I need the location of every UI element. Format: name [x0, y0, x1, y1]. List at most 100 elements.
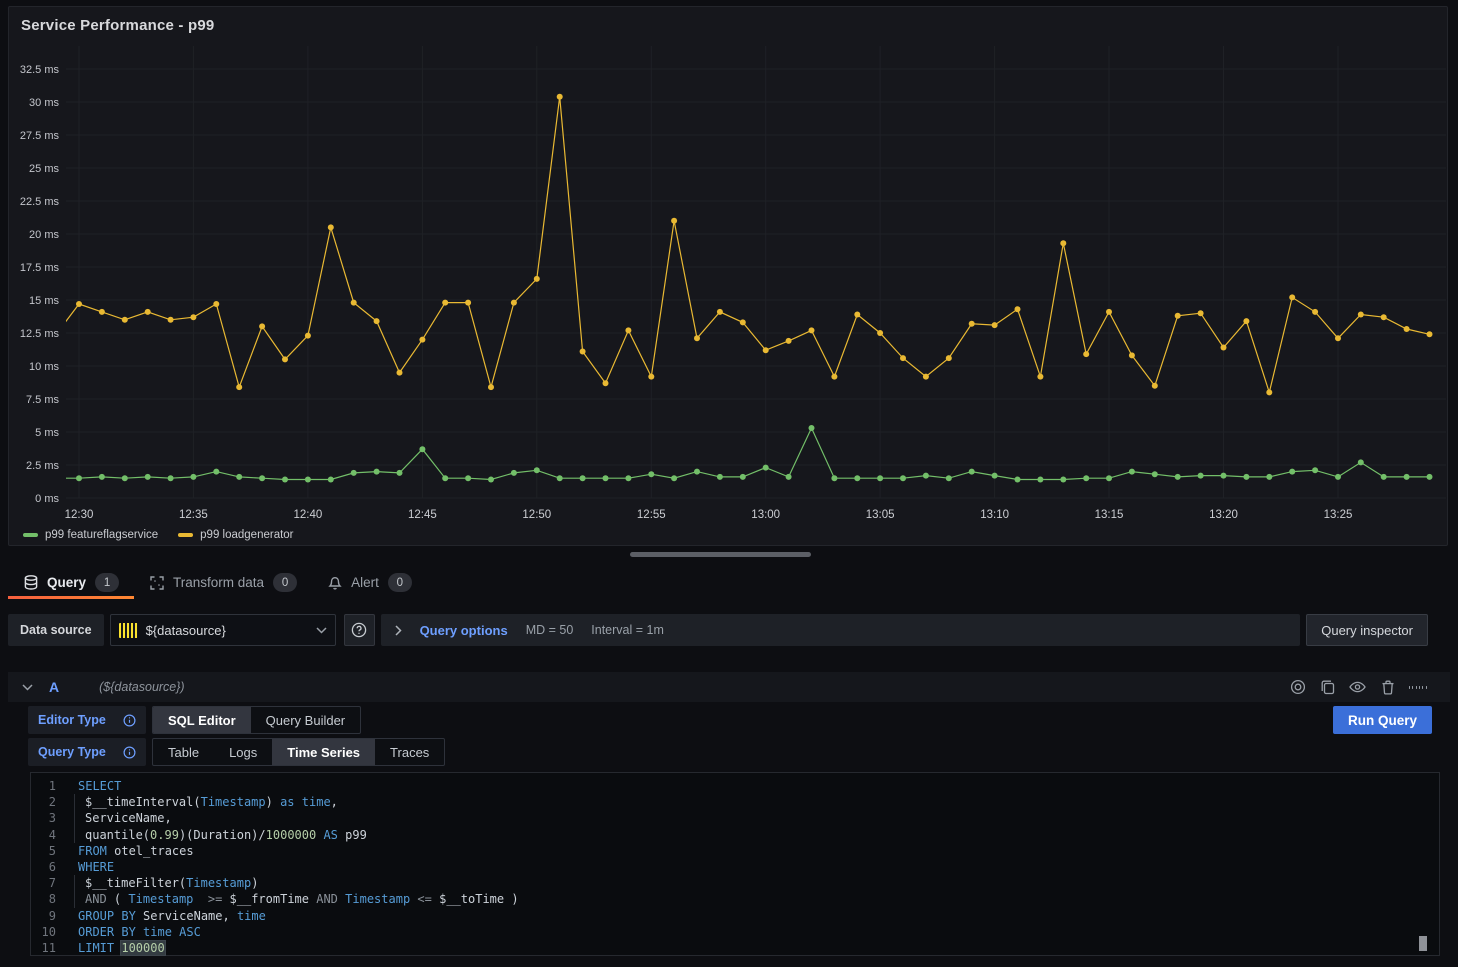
query-type-traces[interactable]: Traces: [375, 739, 444, 765]
datasource-help-button[interactable]: [344, 614, 375, 646]
chevron-right-icon[interactable]: [395, 625, 402, 636]
query-type-row: Query Type Table Logs Time Series Traces: [28, 738, 445, 766]
query-type-label: Query Type: [28, 738, 146, 766]
tab-query[interactable]: Query 1: [8, 566, 134, 599]
editor-type-query-builder[interactable]: Query Builder: [251, 707, 360, 733]
bell-icon: [327, 575, 342, 590]
duplicate-query-icon[interactable]: [1319, 679, 1336, 696]
delete-query-trash-icon[interactable]: [1379, 679, 1396, 696]
code-line: 4quantile(0.99)(Duration)/1000000 AS p99: [31, 827, 1439, 843]
code-line: 3ServiceName,: [31, 810, 1439, 826]
svg-text:13:10: 13:10: [980, 509, 1009, 521]
legend-item-featureflagservice[interactable]: p99 featureflagservice: [23, 529, 158, 541]
tab-label: Alert: [351, 575, 379, 590]
svg-text:15 ms: 15 ms: [29, 295, 59, 307]
hide-response-eye-icon[interactable]: [1349, 679, 1366, 696]
code-line: 7$__timeFilter(Timestamp): [31, 875, 1439, 891]
query-datasource-hint: (${datasource}): [99, 680, 184, 694]
tab-alert[interactable]: Alert 0: [312, 566, 427, 599]
query-type-table[interactable]: Table: [153, 739, 214, 765]
code-line: 5FROM otel_traces: [31, 843, 1439, 859]
chart-legend: p99 featureflagservice p99 loadgenerator: [23, 529, 294, 541]
svg-text:20 ms: 20 ms: [29, 229, 59, 241]
legend-swatch-yellow: [178, 533, 193, 537]
datasource-label: Data source: [8, 614, 104, 646]
code-lines: 1SELECT2$__timeInterval(Timestamp) as ti…: [31, 778, 1439, 956]
datasource-picker[interactable]: ${datasource}: [110, 614, 336, 646]
svg-text:13:20: 13:20: [1209, 509, 1238, 521]
drag-handle-icon[interactable]: [1409, 679, 1426, 696]
svg-text:0 ms: 0 ms: [35, 493, 59, 505]
svg-text:25 ms: 25 ms: [29, 163, 59, 175]
database-icon: [23, 575, 38, 590]
code-line: 9GROUP BY ServiceName, time: [31, 908, 1439, 924]
query-toolbar: Data source ${datasource} Query options …: [0, 614, 1458, 646]
transform-icon: [149, 575, 164, 590]
code-line: 2$__timeInterval(Timestamp) as time,: [31, 794, 1439, 810]
legend-label: p99 featureflagservice: [45, 529, 158, 541]
svg-text:12:35: 12:35: [179, 509, 208, 521]
timeseries-chart[interactable]: 0 ms2.5 ms5 ms7.5 ms10 ms12.5 ms15 ms17.…: [9, 7, 1449, 529]
tab-transform-data[interactable]: Transform data 0: [134, 566, 312, 599]
info-circle-icon[interactable]: [123, 746, 136, 759]
question-circle-icon: [351, 622, 367, 638]
svg-text:27.5 ms: 27.5 ms: [20, 130, 60, 142]
query-options-toggle[interactable]: Query options: [420, 623, 508, 638]
editor-type-radio-group: SQL Editor Query Builder: [152, 706, 361, 734]
svg-text:12:40: 12:40: [294, 509, 323, 521]
tab-count-badge: 1: [95, 573, 119, 592]
svg-text:32.5 ms: 32.5 ms: [20, 64, 60, 76]
svg-text:10 ms: 10 ms: [29, 361, 59, 373]
tab-label: Transform data: [173, 575, 264, 590]
code-line: 11LIMIT 100000: [31, 940, 1439, 956]
query-inspector-button[interactable]: Query inspector: [1306, 614, 1428, 646]
query-options-bar: Query options MD = 50 Interval = 1m: [381, 614, 1301, 646]
code-line: 6WHERE: [31, 859, 1439, 875]
query-type-radio-group: Table Logs Time Series Traces: [152, 738, 445, 766]
svg-text:12:55: 12:55: [637, 509, 666, 521]
legend-swatch-green: [23, 533, 38, 537]
svg-text:13:05: 13:05: [866, 509, 895, 521]
sql-code-editor[interactable]: 1SELECT2$__timeInterval(Timestamp) as ti…: [30, 772, 1440, 956]
svg-text:30 ms: 30 ms: [29, 97, 59, 109]
panel-edit-tabs: Query 1 Transform data 0 Alert 0: [8, 566, 427, 599]
svg-text:5 ms: 5 ms: [35, 427, 59, 439]
editor-type-sql-editor[interactable]: SQL Editor: [153, 707, 251, 733]
run-query-button[interactable]: Run Query: [1333, 706, 1432, 734]
grafana-panel-edit-view: Service Performance - p99 0 ms2.5 ms5 ms…: [0, 0, 1458, 967]
disable-query-icon[interactable]: [1289, 679, 1306, 696]
tab-count-badge: 0: [388, 573, 412, 592]
query-type-logs[interactable]: Logs: [214, 739, 272, 765]
code-line: 1SELECT: [31, 778, 1439, 794]
max-data-points-value: MD = 50: [526, 623, 574, 637]
svg-text:17.5 ms: 17.5 ms: [20, 262, 60, 274]
svg-text:12:50: 12:50: [522, 509, 551, 521]
svg-text:13:25: 13:25: [1324, 509, 1353, 521]
query-ref-id[interactable]: A: [49, 679, 59, 695]
collapse-chevron-icon[interactable]: [22, 684, 33, 691]
tab-count-badge: 0: [273, 573, 297, 592]
editor-type-row: Editor Type SQL Editor Query Builder: [28, 706, 361, 734]
interval-value: Interval = 1m: [591, 623, 664, 637]
editor-scrollbar-thumb[interactable]: [1419, 936, 1427, 951]
svg-text:13:15: 13:15: [1095, 509, 1124, 521]
svg-text:22.5 ms: 22.5 ms: [20, 196, 60, 208]
tab-label: Query: [47, 575, 86, 590]
horizontal-scrollbar-thumb[interactable]: [630, 552, 811, 557]
svg-text:13:00: 13:00: [751, 509, 780, 521]
svg-text:12:45: 12:45: [408, 509, 437, 521]
legend-item-loadgenerator[interactable]: p99 loadgenerator: [178, 529, 293, 541]
clickhouse-logo-icon: [119, 623, 138, 638]
info-circle-icon[interactable]: [123, 714, 136, 727]
svg-text:2.5 ms: 2.5 ms: [26, 460, 60, 472]
query-row-header: A (${datasource}): [8, 672, 1450, 702]
code-line: 8AND ( Timestamp >= $__fromTime AND Time…: [31, 891, 1439, 907]
query-type-time-series[interactable]: Time Series: [272, 739, 375, 765]
datasource-value: ${datasource}: [146, 623, 308, 638]
legend-label: p99 loadgenerator: [200, 529, 293, 541]
editor-type-label: Editor Type: [28, 706, 146, 734]
chevron-down-icon: [316, 627, 327, 634]
svg-text:7.5 ms: 7.5 ms: [26, 394, 60, 406]
code-line: 10ORDER BY time ASC: [31, 924, 1439, 940]
svg-text:12:30: 12:30: [65, 509, 94, 521]
